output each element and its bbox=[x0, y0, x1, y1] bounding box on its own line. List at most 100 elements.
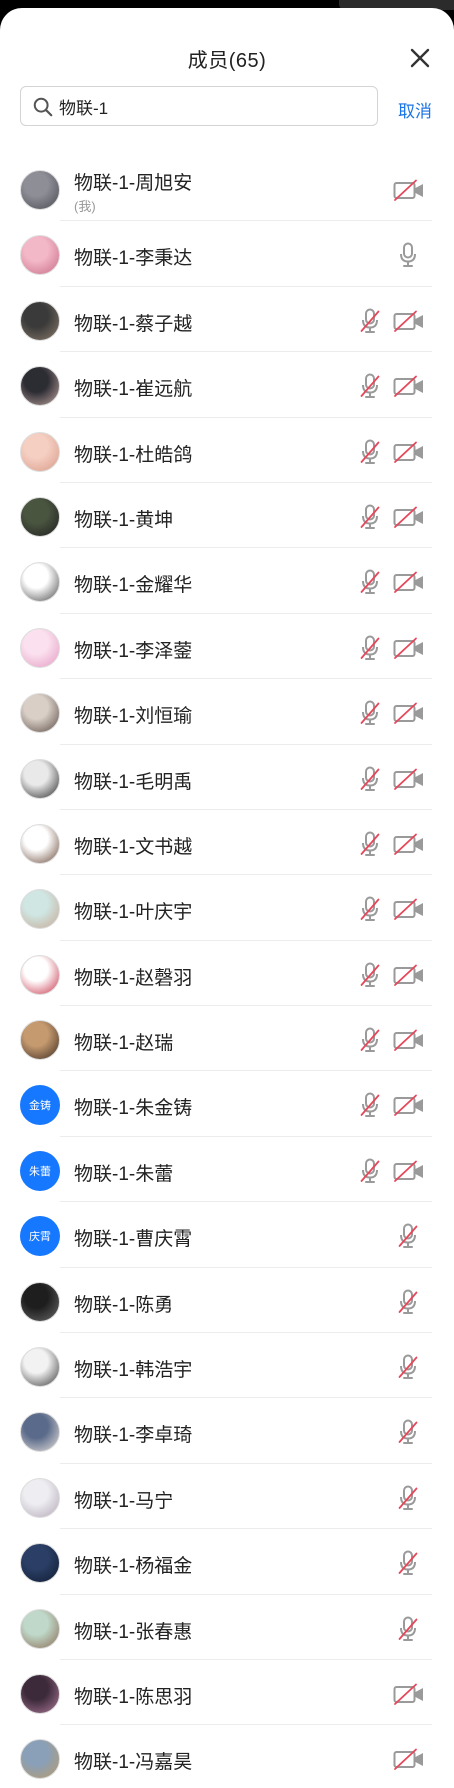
member-row[interactable]: 物联-1-冯嘉昊 bbox=[0, 1725, 454, 1788]
member-row[interactable]: 物联-1-张春惠 bbox=[0, 1595, 454, 1660]
avatar bbox=[20, 1020, 60, 1061]
avatar bbox=[20, 431, 60, 472]
member-name: 物联-1-韩浩宇 bbox=[74, 1360, 193, 1382]
member-row[interactable]: 物联-1-李泽蓥 bbox=[0, 614, 454, 680]
avatar bbox=[20, 1412, 60, 1453]
member-row[interactable]: 物联-1-赵磬羽 bbox=[0, 941, 454, 1007]
avatar bbox=[20, 1477, 60, 1518]
avatar bbox=[20, 889, 60, 930]
member-row[interactable]: 庆霄 物联-1-曹庆霄 bbox=[0, 1202, 454, 1268]
avatar: 朱蕾 bbox=[20, 1150, 60, 1191]
member-row[interactable]: 物联-1-周旭安 (我) bbox=[0, 156, 454, 222]
camera-off-icon bbox=[393, 441, 423, 463]
search-icon bbox=[33, 97, 53, 117]
mic-off-icon bbox=[360, 766, 380, 791]
mic-off-icon bbox=[398, 1354, 418, 1380]
camera-off-icon bbox=[393, 637, 423, 659]
search-input[interactable] bbox=[59, 91, 359, 121]
avatar bbox=[20, 1543, 60, 1584]
member-row[interactable]: 物联-1-毛明禹 bbox=[0, 745, 454, 810]
avatar bbox=[20, 1739, 60, 1780]
member-row[interactable]: 物联-1-陈思羽 bbox=[0, 1660, 454, 1726]
mic-off-icon bbox=[360, 308, 380, 333]
member-name: 物联-1-李卓琦 bbox=[74, 1425, 193, 1447]
avatar: 庆霄 bbox=[20, 1216, 60, 1257]
camera-off-icon bbox=[393, 964, 423, 986]
member-name: 物联-1-金耀华 bbox=[74, 575, 193, 597]
avatar bbox=[20, 235, 60, 276]
member-row[interactable]: 物联-1-陈勇 bbox=[0, 1268, 454, 1334]
mic-off-icon bbox=[398, 1419, 418, 1445]
member-row[interactable]: 物联-1-金耀华 bbox=[0, 548, 454, 614]
member-row[interactable]: 物联-1-杜皓鸽 bbox=[0, 418, 454, 483]
avatar bbox=[20, 1608, 60, 1649]
member-name: 物联-1-刘恒瑜 bbox=[74, 706, 193, 728]
cancel-button[interactable]: 取消 bbox=[398, 97, 432, 122]
member-row[interactable]: 物联-1-叶庆宇 bbox=[0, 875, 454, 941]
avatar bbox=[20, 1673, 60, 1714]
camera-off-icon bbox=[393, 1748, 423, 1771]
mic-off-icon bbox=[398, 1289, 418, 1314]
mic-off-icon bbox=[360, 831, 380, 856]
member-row[interactable]: 物联-1-刘恒瑜 bbox=[0, 679, 454, 745]
member-row[interactable]: 物联-1-文书越 bbox=[0, 810, 454, 876]
member-name: 物联-1-黄坤 bbox=[74, 509, 174, 531]
member-name: 物联-1-陈勇 bbox=[74, 1294, 174, 1316]
camera-off-icon bbox=[393, 833, 423, 855]
member-name: 物联-1-赵瑞 bbox=[74, 1033, 174, 1055]
avatar bbox=[20, 954, 60, 995]
mic-off-icon bbox=[360, 896, 380, 922]
member-row[interactable]: 物联-1-蔡子越 bbox=[0, 287, 454, 353]
member-name: 物联-1-毛明禹 bbox=[74, 771, 193, 793]
member-row[interactable]: 金铸 物联-1-朱金铸 bbox=[0, 1071, 454, 1137]
member-name: 物联-1-李秉达 bbox=[74, 248, 193, 270]
member-name: 物联-1-杜皓鸽 bbox=[74, 444, 193, 466]
member-list: 物联-1-周旭安 (我) 物联-1-李秉达 物联-1-蔡子越 物联-1-崔远航 物联-1-… bbox=[0, 156, 454, 1788]
page-title: 成员(65) bbox=[187, 50, 267, 72]
mic-off-icon bbox=[398, 1550, 418, 1576]
member-name: 物联-1-叶庆宇 bbox=[74, 902, 193, 924]
camera-off-icon bbox=[393, 768, 423, 790]
close-icon[interactable] bbox=[408, 46, 432, 70]
member-row[interactable]: 物联-1-马宁 bbox=[0, 1464, 454, 1530]
member-row[interactable]: 物联-1-李秉达 bbox=[0, 221, 454, 287]
member-row[interactable]: 朱蕾 物联-1-朱蕾 bbox=[0, 1137, 454, 1203]
member-name: 物联-1-曹庆霄 bbox=[74, 1229, 193, 1251]
member-row[interactable]: 物联-1-赵瑞 bbox=[0, 1006, 454, 1072]
camera-off-icon bbox=[393, 179, 423, 201]
camera-off-icon bbox=[393, 375, 423, 398]
member-name: 物联-1-崔远航 bbox=[74, 379, 193, 401]
member-row[interactable]: 物联-1-李卓琦 bbox=[0, 1398, 454, 1464]
avatar bbox=[20, 1347, 60, 1388]
members-sheet: 成员(65) 取消 物联-1-周旭安(我)物联-1-李秉达物联-1-蔡子越物联-… bbox=[0, 8, 454, 1788]
avatar bbox=[20, 300, 60, 341]
mic-off-icon bbox=[360, 439, 380, 464]
member-row[interactable]: 物联-1-黄坤 bbox=[0, 483, 454, 549]
camera-off-icon bbox=[393, 1095, 423, 1117]
mic-icon bbox=[400, 242, 416, 268]
camera-off-icon bbox=[393, 506, 423, 528]
member-row[interactable]: 物联-1-杨福金 bbox=[0, 1529, 454, 1595]
member-name: 物联-1-文书越 bbox=[74, 836, 193, 858]
member-row[interactable]: 物联-1-崔远航 bbox=[0, 352, 454, 418]
member-name: 物联-1-张春惠 bbox=[74, 1621, 193, 1643]
self-tag: (我) bbox=[74, 199, 96, 214]
mic-off-icon bbox=[360, 1027, 380, 1053]
camera-off-icon bbox=[393, 702, 423, 725]
member-row[interactable]: 物联-1-韩浩宇 bbox=[0, 1333, 454, 1399]
search-row: 取消 bbox=[0, 86, 454, 130]
mic-off-icon bbox=[360, 1158, 380, 1183]
avatar bbox=[20, 366, 60, 407]
search-box[interactable] bbox=[20, 86, 378, 126]
camera-off-icon bbox=[393, 1029, 423, 1051]
avatar bbox=[20, 693, 60, 734]
avatar bbox=[20, 170, 60, 210]
member-name: 物联-1-杨福金 bbox=[74, 1556, 193, 1578]
avatar bbox=[20, 758, 60, 799]
member-name: 物联-1-朱金铸 bbox=[74, 1098, 193, 1120]
member-name: 物联-1-冯嘉昊 bbox=[74, 1752, 193, 1774]
camera-off-icon bbox=[393, 571, 423, 594]
avatar bbox=[20, 496, 60, 537]
avatar bbox=[20, 627, 60, 668]
mic-off-icon bbox=[398, 1485, 418, 1510]
